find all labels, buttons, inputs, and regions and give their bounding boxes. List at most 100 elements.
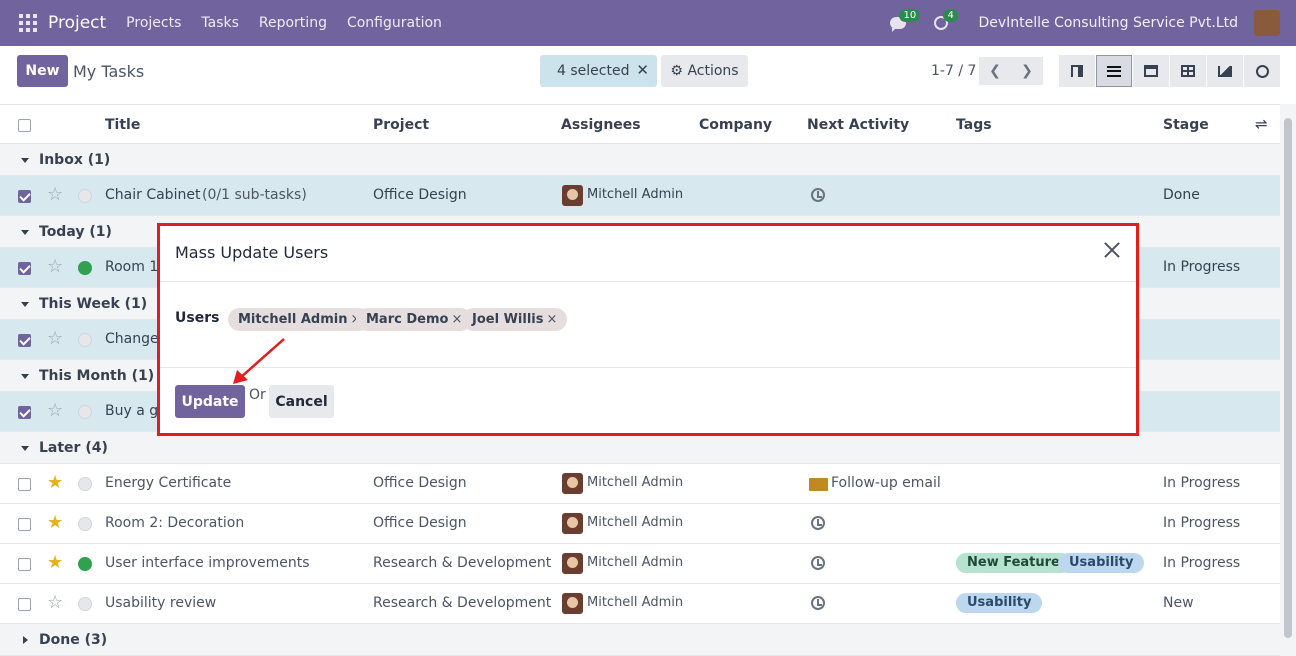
list-view-button[interactable]	[1096, 55, 1132, 87]
pager-value[interactable]: 1-7 / 7	[931, 63, 976, 79]
col-assignees[interactable]: Assignees	[561, 117, 641, 133]
selected-count: 4 selected	[557, 63, 630, 79]
user-avatar[interactable]	[1254, 10, 1280, 36]
envelope-icon[interactable]	[809, 478, 828, 491]
chip-label: Joel Willis	[472, 312, 544, 327]
clock-icon	[1255, 64, 1269, 78]
menu-configuration[interactable]: Configuration	[347, 15, 442, 31]
col-title[interactable]: Title	[105, 117, 140, 133]
scrollbar-thumb[interactable]	[1284, 118, 1292, 638]
menu-projects[interactable]: Projects	[126, 15, 181, 31]
star-icon[interactable]: ☆	[47, 256, 63, 277]
company-switcher[interactable]: DevIntelle Consulting Service Pvt.Ltd	[978, 15, 1238, 31]
star-icon[interactable]: ☆	[47, 328, 63, 349]
star-icon[interactable]: ★	[47, 552, 63, 573]
new-button[interactable]: New	[17, 55, 68, 87]
star-icon[interactable]: ★	[47, 512, 63, 533]
optional-columns-icon[interactable]: ⇌	[1255, 115, 1268, 133]
pivot-view-button[interactable]	[1170, 55, 1206, 87]
task-assignee: Mitchell Admin	[587, 595, 684, 610]
avatar	[562, 185, 583, 206]
cancel-button[interactable]: Cancel	[269, 385, 334, 418]
group-label: This Week (1)	[39, 296, 148, 312]
activities-icon[interactable]: 4	[934, 9, 958, 31]
table-row[interactable]: ☆ Usability review Research & Developmen…	[0, 584, 1280, 624]
group-row-done[interactable]: Done (3)	[0, 624, 1280, 656]
apps-menu-icon[interactable]	[19, 14, 37, 32]
select-all-checkbox[interactable]	[18, 119, 31, 132]
graph-view-button[interactable]	[1207, 55, 1243, 87]
kanban-state-dot[interactable]	[78, 189, 92, 203]
task-project: Research & Development	[373, 595, 552, 611]
kanban-state-dot[interactable]	[78, 261, 92, 275]
pager-next-button[interactable]: ❯	[1011, 57, 1043, 85]
row-checkbox[interactable]	[18, 262, 31, 275]
activity-clock-icon[interactable]	[811, 188, 825, 202]
table-row[interactable]: ☆ Chair Cabinet (0/1 sub-tasks) Office D…	[0, 176, 1280, 216]
chip-remove-icon[interactable]: ×	[546, 312, 557, 327]
row-checkbox[interactable]	[18, 478, 31, 491]
row-checkbox[interactable]	[18, 334, 31, 347]
row-checkbox[interactable]	[18, 190, 31, 203]
task-title: Buy a gi	[105, 403, 163, 419]
table-row[interactable]: ★ Energy Certificate Office Design Mitch…	[0, 464, 1280, 504]
graph-icon	[1218, 65, 1232, 77]
task-stage: In Progress	[1163, 475, 1241, 491]
dialog-title: Mass Update Users	[175, 243, 329, 262]
unselect-close-icon[interactable]: ✕	[636, 61, 649, 79]
row-checkbox[interactable]	[18, 406, 31, 419]
user-chip-marc-demo: Marc Demo ×	[356, 308, 473, 331]
calendar-view-button[interactable]	[1133, 55, 1169, 87]
table-row[interactable]: ★ Room 2: Decoration Office Design Mitch…	[0, 504, 1280, 544]
activity-view-button[interactable]	[1244, 55, 1280, 87]
chip-remove-icon[interactable]: ×	[451, 312, 462, 327]
task-title: Chair Cabinet	[105, 187, 201, 203]
task-activity[interactable]: Follow-up email	[831, 475, 941, 491]
menu-reporting[interactable]: Reporting	[259, 15, 327, 31]
actions-label: Actions	[687, 63, 739, 79]
list-icon	[1107, 65, 1121, 77]
menu-tasks[interactable]: Tasks	[201, 15, 239, 31]
app-name[interactable]: Project	[48, 13, 106, 33]
row-checkbox[interactable]	[18, 598, 31, 611]
col-tags[interactable]: Tags	[956, 117, 992, 133]
star-icon[interactable]: ☆	[47, 592, 63, 613]
activity-clock-icon[interactable]	[811, 556, 825, 570]
kanban-state-dot[interactable]	[78, 517, 92, 531]
kanban-state-dot[interactable]	[78, 557, 92, 571]
actions-button[interactable]: ⚙ Actions	[661, 55, 748, 87]
pager-previous-button[interactable]: ❮	[979, 57, 1011, 85]
row-checkbox[interactable]	[18, 518, 31, 531]
kanban-view-button[interactable]	[1059, 55, 1095, 87]
kanban-state-dot[interactable]	[78, 597, 92, 611]
group-row-later[interactable]: Later (4)	[0, 432, 1280, 464]
activity-clock-icon[interactable]	[811, 516, 825, 530]
update-button[interactable]: Update	[175, 385, 245, 418]
col-next-activity[interactable]: Next Activity	[807, 117, 909, 133]
chip-label: Mitchell Admin	[238, 312, 348, 327]
star-icon[interactable]: ☆	[47, 400, 63, 421]
or-text: Or	[249, 387, 266, 403]
group-row-inbox[interactable]: Inbox (1)	[0, 144, 1280, 176]
col-project[interactable]: Project	[373, 117, 429, 133]
users-field-label: Users	[175, 310, 220, 326]
messages-icon[interactable]: 10	[890, 9, 921, 32]
list-scrollbar[interactable]	[1280, 104, 1296, 656]
task-title: User interface improvements	[105, 555, 310, 571]
col-stage[interactable]: Stage	[1163, 117, 1209, 133]
kanban-state-dot[interactable]	[78, 405, 92, 419]
caret-down-icon	[21, 302, 29, 307]
group-label: Later (4)	[39, 440, 108, 456]
activities-badge: 4	[943, 9, 958, 22]
activity-clock-icon[interactable]	[811, 596, 825, 610]
col-company[interactable]: Company	[699, 117, 772, 133]
kanban-state-dot[interactable]	[78, 333, 92, 347]
star-icon[interactable]: ★	[47, 472, 63, 493]
row-checkbox[interactable]	[18, 558, 31, 571]
star-icon[interactable]: ☆	[47, 184, 63, 205]
caret-down-icon	[21, 230, 29, 235]
close-icon[interactable]	[1102, 240, 1122, 260]
table-row[interactable]: ★ User interface improvements Research &…	[0, 544, 1280, 584]
kanban-state-dot[interactable]	[78, 477, 92, 491]
messages-badge: 10	[899, 9, 921, 22]
